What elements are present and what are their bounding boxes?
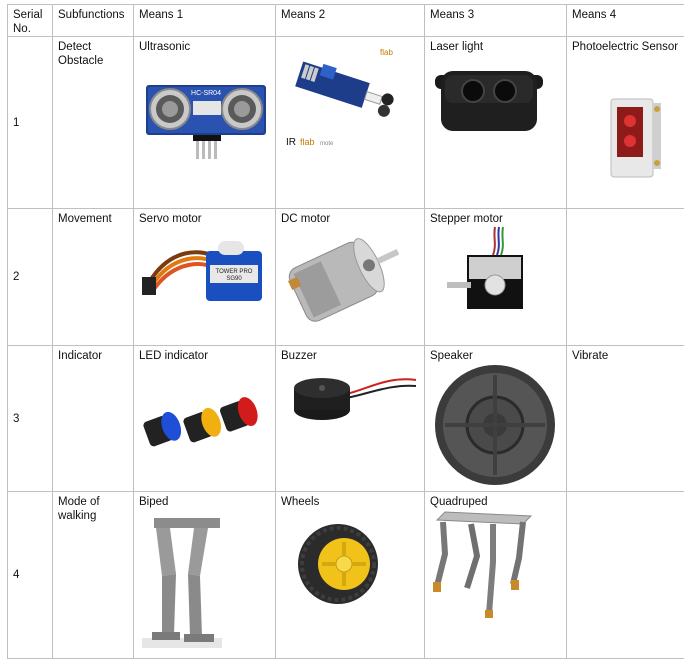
header-subfunctions: Subfunctions	[52, 4, 134, 37]
means-label: Biped	[139, 496, 169, 508]
means-label: Servo motor	[139, 213, 202, 225]
morphological-chart-table: Serial No. Subfunctions Means 1 Means 2 …	[7, 4, 684, 659]
means-label: Laser light	[430, 41, 484, 53]
subfunction-cell: Indicator	[52, 345, 134, 492]
led-indicators-image	[143, 397, 258, 447]
brand-watermark: flab	[300, 137, 315, 147]
means-cell: Servo motor TOWER PRO SG90	[133, 208, 276, 346]
header-means-3: Means 3	[424, 4, 567, 37]
table-row: 1 Detect Obstacle Ultrasonic HC-SR04 fla…	[7, 36, 684, 209]
means-label: LED indicator	[139, 350, 209, 362]
header-serial: Serial No.	[7, 4, 53, 37]
means-cell: Laser light	[424, 36, 567, 209]
speaker-image	[435, 365, 555, 485]
header-means-2: Means 2	[275, 4, 425, 37]
means-cell	[566, 491, 684, 659]
means-cell: Vibrate	[566, 345, 684, 492]
means-label: Buzzer	[281, 350, 317, 362]
subfunction-cell: Movement	[52, 208, 134, 346]
wheel-image	[298, 524, 378, 604]
serial-cell: 4	[7, 491, 53, 659]
means-cell: Ultrasonic HC-SR04	[133, 36, 276, 209]
header-row: Serial No. Subfunctions Means 1 Means 2 …	[7, 4, 684, 37]
buzzer-image	[294, 378, 417, 420]
means-cell: Speaker	[424, 345, 567, 492]
means-cell: Stepper motor	[424, 208, 567, 346]
sensor-model-text: HC-SR04	[191, 90, 221, 97]
means-cell: flab IR flab mote	[275, 36, 425, 209]
means-label: Quadruped	[430, 496, 488, 508]
subfunction-cell: Detect Obstacle	[52, 36, 134, 209]
laser-rangefinder-image	[435, 71, 543, 131]
ir-sensor-image: flab IR flab mote	[286, 48, 394, 148]
means-cell: Quadruped	[424, 491, 567, 659]
means-cell: DC motor	[275, 208, 425, 346]
table-row: 3 Indicator LED indicator Buzzer Speaker…	[7, 345, 684, 492]
stepper-motor-image	[447, 226, 523, 309]
brand-watermark-suffix: mote	[320, 141, 334, 147]
servo-model-text: SG90	[226, 276, 242, 282]
photoelectric-sensor-image	[610, 98, 661, 178]
means-cell: Wheels	[275, 491, 425, 659]
ir-caption: IR	[286, 137, 296, 148]
header-means-4: Means 4	[566, 4, 684, 37]
table-row: 2 Movement Servo motor TOWER PRO SG90 DC…	[7, 208, 684, 346]
brand-text: flab	[380, 48, 393, 57]
serial-cell: 2	[7, 208, 53, 346]
means-label: Wheels	[281, 496, 320, 508]
means-label: Stepper motor	[430, 213, 503, 225]
ultrasonic-sensor-image: HC-SR04	[146, 85, 266, 159]
dc-motor-image	[287, 238, 400, 322]
means-cell	[566, 208, 684, 346]
quadruped-robot-image	[433, 511, 533, 618]
means-cell: Photoelectric Sensor	[566, 36, 684, 209]
serial-cell: 1	[7, 36, 53, 209]
servo-brand-text: TOWER PRO	[216, 269, 253, 275]
subfunction-cell: Mode of walking	[52, 491, 134, 659]
means-label: Photoelectric Sensor	[572, 41, 679, 53]
header-means-1: Means 1	[133, 4, 276, 37]
means-label: Speaker	[430, 350, 473, 362]
biped-robot-image	[142, 518, 222, 648]
serial-cell: 3	[7, 345, 53, 492]
means-cell: Buzzer	[275, 345, 425, 492]
means-label: Ultrasonic	[139, 41, 191, 53]
means-cell: Biped	[133, 491, 276, 659]
table-row: 4 Mode of walking Biped Wheels Quadruped	[7, 491, 684, 659]
means-cell: LED indicator	[133, 345, 276, 492]
means-label: Vibrate	[572, 350, 609, 362]
servo-motor-image: TOWER PRO SG90	[142, 241, 262, 301]
